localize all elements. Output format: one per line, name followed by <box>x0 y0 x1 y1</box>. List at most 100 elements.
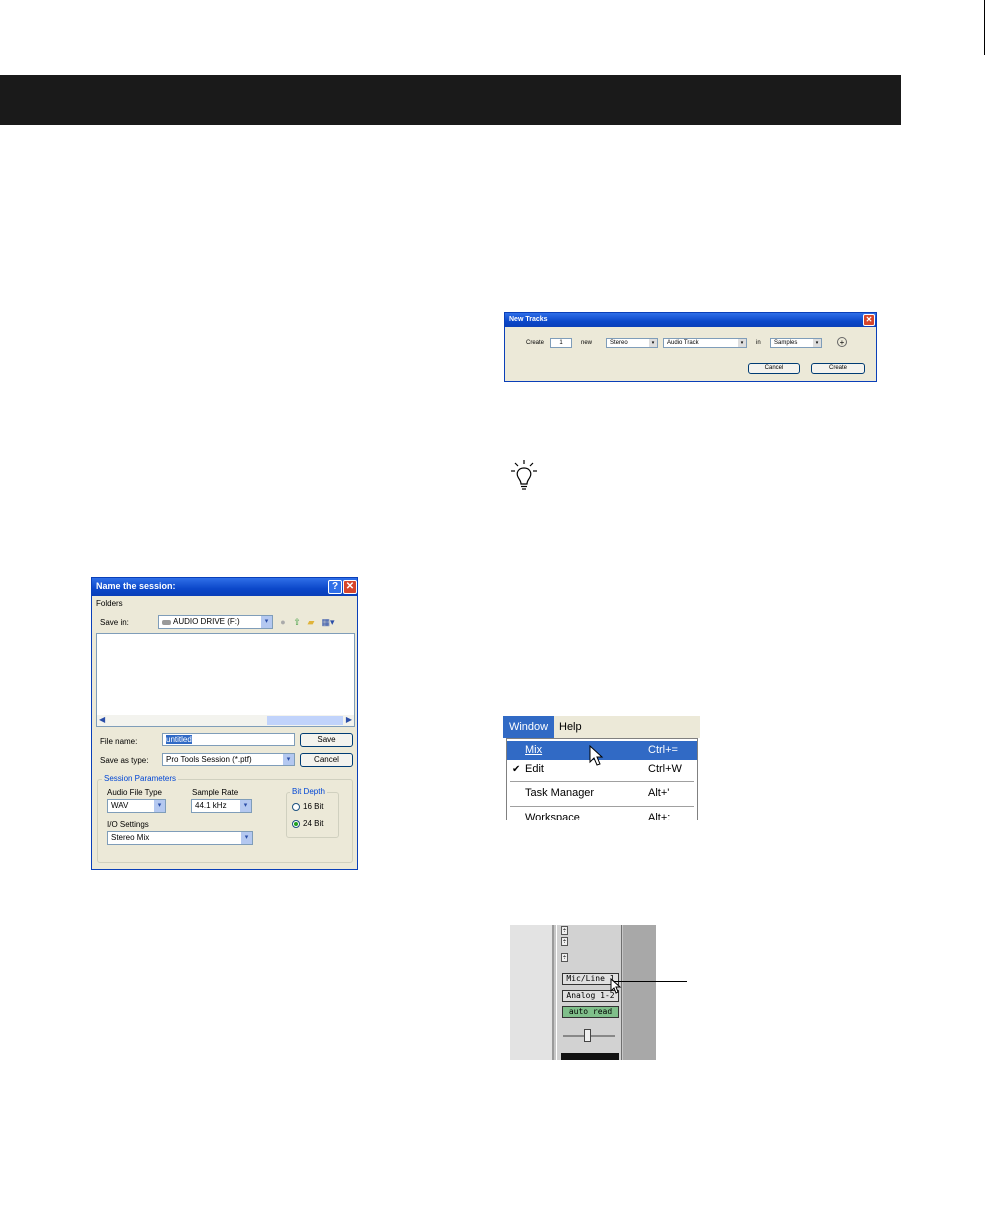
menu-item-shortcut: Ctrl+W <box>648 763 682 775</box>
callout-line <box>614 981 687 982</box>
new-tracks-titlebar: New Tracks ✕ <box>505 313 876 327</box>
save-button[interactable]: Save <box>300 733 353 747</box>
menubar: Window Help <box>503 716 700 738</box>
create-button[interactable]: Create <box>811 363 865 374</box>
sample-rate-value: 44.1 kHz <box>195 801 227 810</box>
track-count-field[interactable]: 1 <box>550 338 572 348</box>
track-type-select[interactable]: Audio Track ▾ <box>663 338 747 348</box>
help-icon[interactable]: ? <box>328 580 342 594</box>
chevron-down-icon: ▾ <box>649 339 657 347</box>
timebase-value: Samples <box>774 340 798 346</box>
sample-rate-select[interactable]: 44.1 kHz ▾ <box>191 799 252 813</box>
file-name-label: File name: <box>100 737 138 746</box>
views-icon[interactable]: ▦▾ <box>321 617 335 627</box>
io-settings-label: I/O Settings <box>107 820 149 829</box>
close-icon[interactable]: ✕ <box>863 314 875 326</box>
automation-mode-selector[interactable]: auto read <box>562 1006 619 1018</box>
save-as-type-select[interactable]: Pro Tools Session (*.ptf) ▾ <box>162 753 295 766</box>
menu-item-label: Mix <box>525 744 543 756</box>
insert-spinner-icon[interactable]: ÷ <box>561 926 568 935</box>
menu-item-workspace[interactable]: Workspace Alt+; <box>507 809 697 820</box>
scroll-left-icon[interactable]: ◀ <box>99 715 105 724</box>
close-icon[interactable]: ✕ <box>343 580 357 594</box>
lightbulb-tip-icon <box>511 460 537 490</box>
mixer-left-panel <box>510 925 554 1060</box>
track-format-select[interactable]: Stereo ▾ <box>606 338 658 348</box>
chevron-down-icon: ▾ <box>241 832 252 844</box>
chevron-down-icon: ▾ <box>813 339 821 347</box>
chevron-down-icon: ▾ <box>283 754 294 765</box>
scroll-right-icon[interactable]: ▶ <box>346 715 352 724</box>
menu-separator <box>510 781 694 782</box>
sample-rate-label: Sample Rate <box>192 788 239 797</box>
audio-file-type-value: WAV <box>111 801 129 810</box>
mouse-pointer-icon <box>589 745 604 766</box>
new-tracks-title: New Tracks <box>509 316 548 323</box>
bit-depth-16-radio[interactable] <box>292 803 300 811</box>
mouse-pointer-icon <box>610 978 622 994</box>
bit-depth-24-radio[interactable] <box>292 820 300 828</box>
mixer-divider <box>552 925 554 1060</box>
menu-window[interactable]: Window <box>503 716 554 738</box>
menu-item-task-manager[interactable]: Task Manager Alt+' <box>507 784 697 803</box>
folders-label: Folders <box>96 599 123 608</box>
io-settings-value: Stereo Mix <box>111 833 150 842</box>
new-label: new <box>581 340 593 346</box>
window-menu-screenshot: Window Help Mix Ctrl+= ✔ Edit Ctrl+W Tas… <box>503 716 700 820</box>
chevron-down-icon: ▾ <box>738 339 746 347</box>
menu-item-label: Edit <box>525 763 544 775</box>
menu-item-label: Workspace <box>525 812 580 820</box>
menu-item-label: Task Manager <box>525 787 595 799</box>
in-label: in <box>756 340 761 346</box>
crop-mark <box>984 0 985 55</box>
menu-help[interactable]: Help <box>559 716 582 738</box>
timebase-select[interactable]: Samples ▾ <box>770 338 822 348</box>
menu-item-shortcut: Ctrl+= <box>648 744 678 756</box>
track-format-value: Stereo <box>610 340 628 346</box>
bit-depth-16-label: 16 Bit <box>303 802 324 811</box>
bit-depth-group <box>286 792 339 838</box>
pan-slider-knob[interactable] <box>584 1029 591 1042</box>
bit-depth-label: Bit Depth <box>290 787 327 796</box>
add-icon[interactable]: + <box>837 337 847 347</box>
audio-file-type-label: Audio File Type <box>107 788 162 797</box>
chapter-header-bar <box>0 75 901 125</box>
new-folder-icon[interactable]: ▰ <box>306 617 316 627</box>
menu-separator <box>510 806 694 807</box>
io-settings-select[interactable]: Stereo Mix ▾ <box>107 831 253 845</box>
session-parameters-label: Session Parameters <box>102 774 179 783</box>
name-session-dialog: Name the session: ? ✕ Folders Save in: A… <box>91 577 358 870</box>
chevron-down-icon: ▾ <box>261 616 272 628</box>
back-icon[interactable]: ● <box>278 617 288 627</box>
mixer-right-panel <box>623 925 656 1060</box>
track-type-value: Audio Track <box>667 340 699 346</box>
cancel-button[interactable]: Cancel <box>300 753 353 767</box>
chevron-down-icon: ▾ <box>154 800 165 812</box>
save-as-type-value: Pro Tools Session (*.ptf) <box>166 755 252 764</box>
save-in-select[interactable]: AUDIO DRIVE (F:) ▾ <box>158 615 273 629</box>
drive-icon <box>162 620 171 625</box>
mixer-strip-screenshot: ÷ ÷ ÷ Mic/Line 1 Analog 1-2 auto read <box>510 925 656 1060</box>
save-in-label: Save in: <box>100 618 129 627</box>
send-spinner-icon[interactable]: ÷ <box>561 953 568 962</box>
cancel-button[interactable]: Cancel <box>748 363 800 374</box>
file-name-input[interactable]: untitled <box>162 733 295 746</box>
horizontal-scrollbar[interactable]: ◀ ▶ <box>97 715 354 726</box>
audio-file-type-select[interactable]: WAV ▾ <box>107 799 166 813</box>
dialog-title: Name the session: <box>96 581 176 591</box>
save-in-value: AUDIO DRIVE (F:) <box>173 617 240 626</box>
scrollbar-thumb[interactable] <box>267 716 343 725</box>
bit-depth-24-label: 24 Bit <box>303 819 324 828</box>
insert-spinner-icon[interactable]: ÷ <box>561 937 568 946</box>
file-name-value: untitled <box>166 735 192 744</box>
menu-item-shortcut: Alt+; <box>648 812 671 820</box>
create-label: Create <box>526 340 545 346</box>
check-icon: ✔ <box>512 764 521 775</box>
menu-item-shortcut: Alt+' <box>648 787 670 799</box>
file-list[interactable]: ◀ ▶ <box>96 633 355 727</box>
new-tracks-dialog: New Tracks ✕ Create 1 new Stereo ▾ Audio… <box>504 312 877 382</box>
save-as-type-label: Save as type: <box>100 756 149 765</box>
dialog-titlebar: Name the session: ? ✕ <box>92 578 357 596</box>
up-folder-icon[interactable]: ⇧ <box>292 617 302 627</box>
chevron-down-icon: ▾ <box>240 800 251 812</box>
